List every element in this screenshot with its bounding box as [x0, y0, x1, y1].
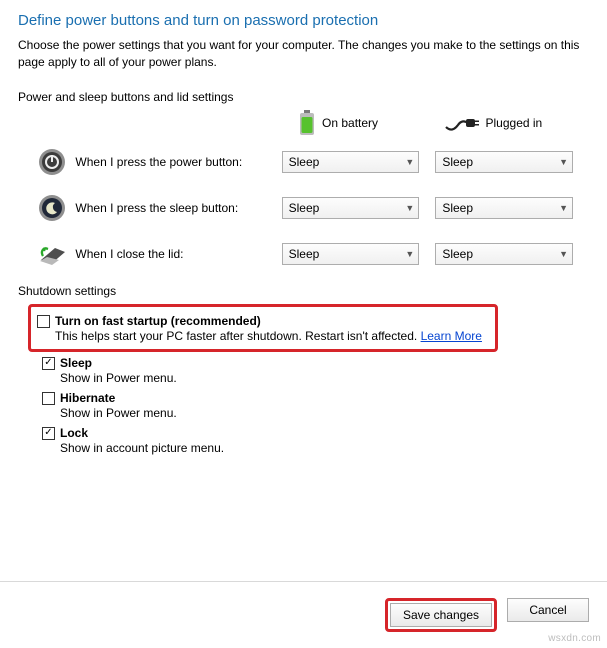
col-plugged: Plugged in — [444, 110, 590, 136]
chevron-down-icon: ▼ — [405, 157, 414, 167]
sleep-option[interactable]: ✓ Sleep — [42, 356, 589, 370]
lid-icon — [36, 238, 67, 270]
power-button-icon — [36, 146, 67, 178]
page-description: Choose the power settings that you want … — [18, 37, 589, 72]
row-lid-label: When I close the lid: — [75, 247, 281, 261]
sleep-desc: Show in Power menu. — [60, 371, 589, 385]
highlight-save: Save changes — [385, 598, 497, 632]
settings-rows: When I press the power button: Sleep ▼ S… — [36, 146, 589, 270]
chevron-down-icon: ▼ — [559, 203, 568, 213]
row-sleep-button: When I press the sleep button: Sleep ▼ S… — [36, 192, 589, 224]
learn-more-link[interactable]: Learn More — [421, 329, 482, 343]
row-power-button: When I press the power button: Sleep ▼ S… — [36, 146, 589, 178]
row-lid: When I close the lid: Sleep ▼ Sleep ▼ — [36, 238, 589, 270]
dropdown-value: Sleep — [289, 201, 320, 215]
dropdown-value: Sleep — [442, 155, 473, 169]
col-plugged-label: Plugged in — [486, 116, 543, 130]
sleep-title: Sleep — [60, 356, 92, 370]
dropdown-value: Sleep — [289, 155, 320, 169]
row-power-label: When I press the power button: — [75, 155, 281, 169]
plug-icon — [444, 113, 480, 133]
page-title: Define power buttons and turn on passwor… — [18, 12, 589, 29]
sleep-button-icon — [36, 192, 67, 224]
row-sleep-label: When I press the sleep button: — [75, 201, 281, 215]
fast-startup-title: Turn on fast startup (recommended) — [55, 314, 489, 328]
col-battery: On battery — [298, 110, 444, 136]
sleep-checkbox[interactable]: ✓ — [42, 357, 55, 370]
battery-icon — [298, 110, 316, 136]
sleep-plugged-dropdown[interactable]: Sleep ▼ — [435, 197, 573, 219]
fast-startup-desc: This helps start your PC faster after sh… — [55, 329, 489, 343]
footer: Save changes Cancel — [0, 581, 607, 648]
hibernate-checkbox[interactable] — [42, 392, 55, 405]
section-label-power: Power and sleep buttons and lid settings — [18, 90, 589, 104]
chevron-down-icon: ▼ — [559, 157, 568, 167]
hibernate-desc: Show in Power menu. — [60, 406, 589, 420]
dropdown-value: Sleep — [442, 201, 473, 215]
hibernate-title: Hibernate — [60, 391, 115, 405]
chevron-down-icon: ▼ — [405, 249, 414, 259]
column-headers: On battery Plugged in — [18, 110, 589, 136]
lid-plugged-dropdown[interactable]: Sleep ▼ — [435, 243, 573, 265]
highlight-fast-startup: Turn on fast startup (recommended) This … — [28, 304, 498, 352]
dropdown-value: Sleep — [289, 247, 320, 261]
fast-startup-option[interactable]: Turn on fast startup (recommended) This … — [37, 314, 489, 343]
sleep-battery-dropdown[interactable]: Sleep ▼ — [282, 197, 420, 219]
chevron-down-icon: ▼ — [559, 249, 568, 259]
lid-battery-dropdown[interactable]: Sleep ▼ — [282, 243, 420, 265]
lock-title: Lock — [60, 426, 88, 440]
save-button[interactable]: Save changes — [390, 603, 492, 627]
lock-option[interactable]: ✓ Lock — [42, 426, 589, 440]
lock-checkbox[interactable]: ✓ — [42, 427, 55, 440]
cancel-button[interactable]: Cancel — [507, 598, 589, 622]
power-battery-dropdown[interactable]: Sleep ▼ — [282, 151, 420, 173]
power-plugged-dropdown[interactable]: Sleep ▼ — [435, 151, 573, 173]
section-label-shutdown: Shutdown settings — [18, 284, 589, 298]
fast-startup-checkbox[interactable] — [37, 315, 50, 328]
lock-desc: Show in account picture menu. — [60, 441, 589, 455]
chevron-down-icon: ▼ — [405, 203, 414, 213]
dropdown-value: Sleep — [442, 247, 473, 261]
shutdown-options: ✓ Sleep Show in Power menu. Hibernate Sh… — [18, 356, 589, 455]
col-battery-label: On battery — [322, 116, 378, 130]
hibernate-option[interactable]: Hibernate — [42, 391, 589, 405]
